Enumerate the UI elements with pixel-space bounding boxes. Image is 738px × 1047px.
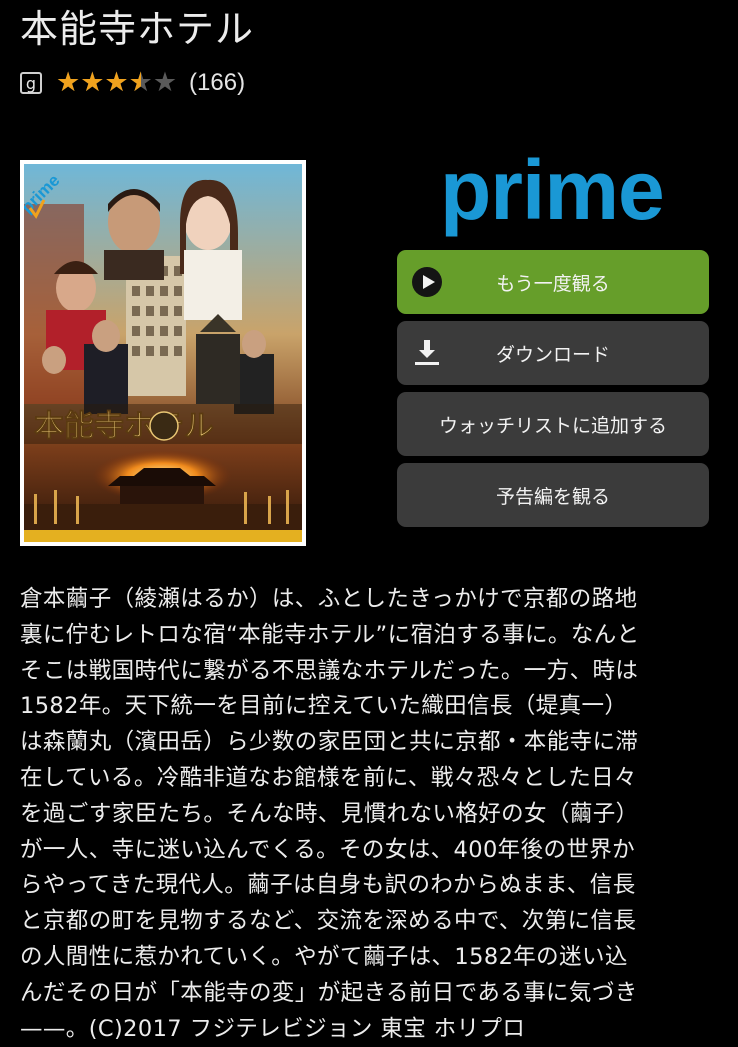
watch-trailer-button[interactable]: 予告編を観る xyxy=(397,463,709,527)
movie-poster[interactable]: 本能寺ホテル prime xyxy=(20,160,306,546)
download-label: ダウンロード xyxy=(495,343,610,366)
synopsis-line: の人間性に惹かれていく。やがて繭子は、1582年の迷い込 xyxy=(20,943,628,970)
watch-again-label: もう一度観る xyxy=(496,272,610,295)
synopsis-line: 1582年。天下統一を目前に控えていた織田信長（堤真一） xyxy=(20,693,628,720)
star-rating-filled: ★★★★★ xyxy=(56,69,141,97)
watch-trailer-label: 予告編を観る xyxy=(495,485,610,508)
play-icon xyxy=(412,267,442,297)
star-rating[interactable]: ★★★★★ ★★★★★ xyxy=(56,69,177,97)
prime-logo: prime xyxy=(440,140,665,240)
prime-logo-text: prime xyxy=(440,143,665,237)
synopsis-line: ——。(C)2017 フジテレビジョン 東宝 ホリプロ xyxy=(20,1015,526,1042)
synopsis-line: そこは戦国時代に繋がる不思議なホテルだった。一方、時は xyxy=(20,657,639,684)
synopsis-line: を過ごす家臣たち。そんな時、見慣れない格好の女（繭子） xyxy=(20,800,639,827)
synopsis-line: んだその日が「本能寺の変」が起きる前日である事に気づき xyxy=(20,979,638,1006)
content-rating-badge: g xyxy=(20,72,42,94)
add-to-watchlist-label: ウォッチリストに追加する xyxy=(438,414,667,437)
synopsis-line: と京都の町を見物するなど、交流を深める中で、次第に信長 xyxy=(20,908,637,935)
download-button[interactable]: ダウンロード xyxy=(397,321,709,385)
synopsis: 倉本繭子（綾瀬はるか）は、ふとしたきっかけで京都の路地 裏に佇むレトロな宿“本能… xyxy=(20,582,720,1047)
page-title: 本能寺ホテル xyxy=(20,7,255,51)
synopsis-line: 裏に佇むレトロな宿“本能寺ホテル”に宿泊する事に。なんと xyxy=(20,621,640,648)
synopsis-line: は森蘭丸（濱田岳）ら少数の家臣団と共に京都・本能寺に滞 xyxy=(20,729,639,756)
review-count[interactable]: (166) xyxy=(189,69,245,97)
add-to-watchlist-button[interactable]: ウォッチリストに追加する xyxy=(397,392,709,456)
synopsis-line: 倉本繭子（綾瀬はるか）は、ふとしたきっかけで京都の路地 xyxy=(20,586,638,612)
download-icon xyxy=(415,340,439,365)
poster-image: 本能寺ホテル prime xyxy=(24,164,302,542)
synopsis-line: らやってきた現代人。繭子は自身も訳のわからぬまま、信長 xyxy=(20,872,636,899)
rating-row: g ★★★★★ ★★★★★ (166) xyxy=(20,68,245,98)
watch-again-button[interactable]: もう一度観る xyxy=(397,250,709,314)
synopsis-line: が一人、寺に迷い込んでくる。その女は、400年後の世界か xyxy=(20,836,636,863)
poster-title-text: 本能寺ホテル xyxy=(34,409,214,444)
synopsis-line: 在している。冷酷非道なお館様を前に、戦々恐々とした日々 xyxy=(20,764,637,791)
